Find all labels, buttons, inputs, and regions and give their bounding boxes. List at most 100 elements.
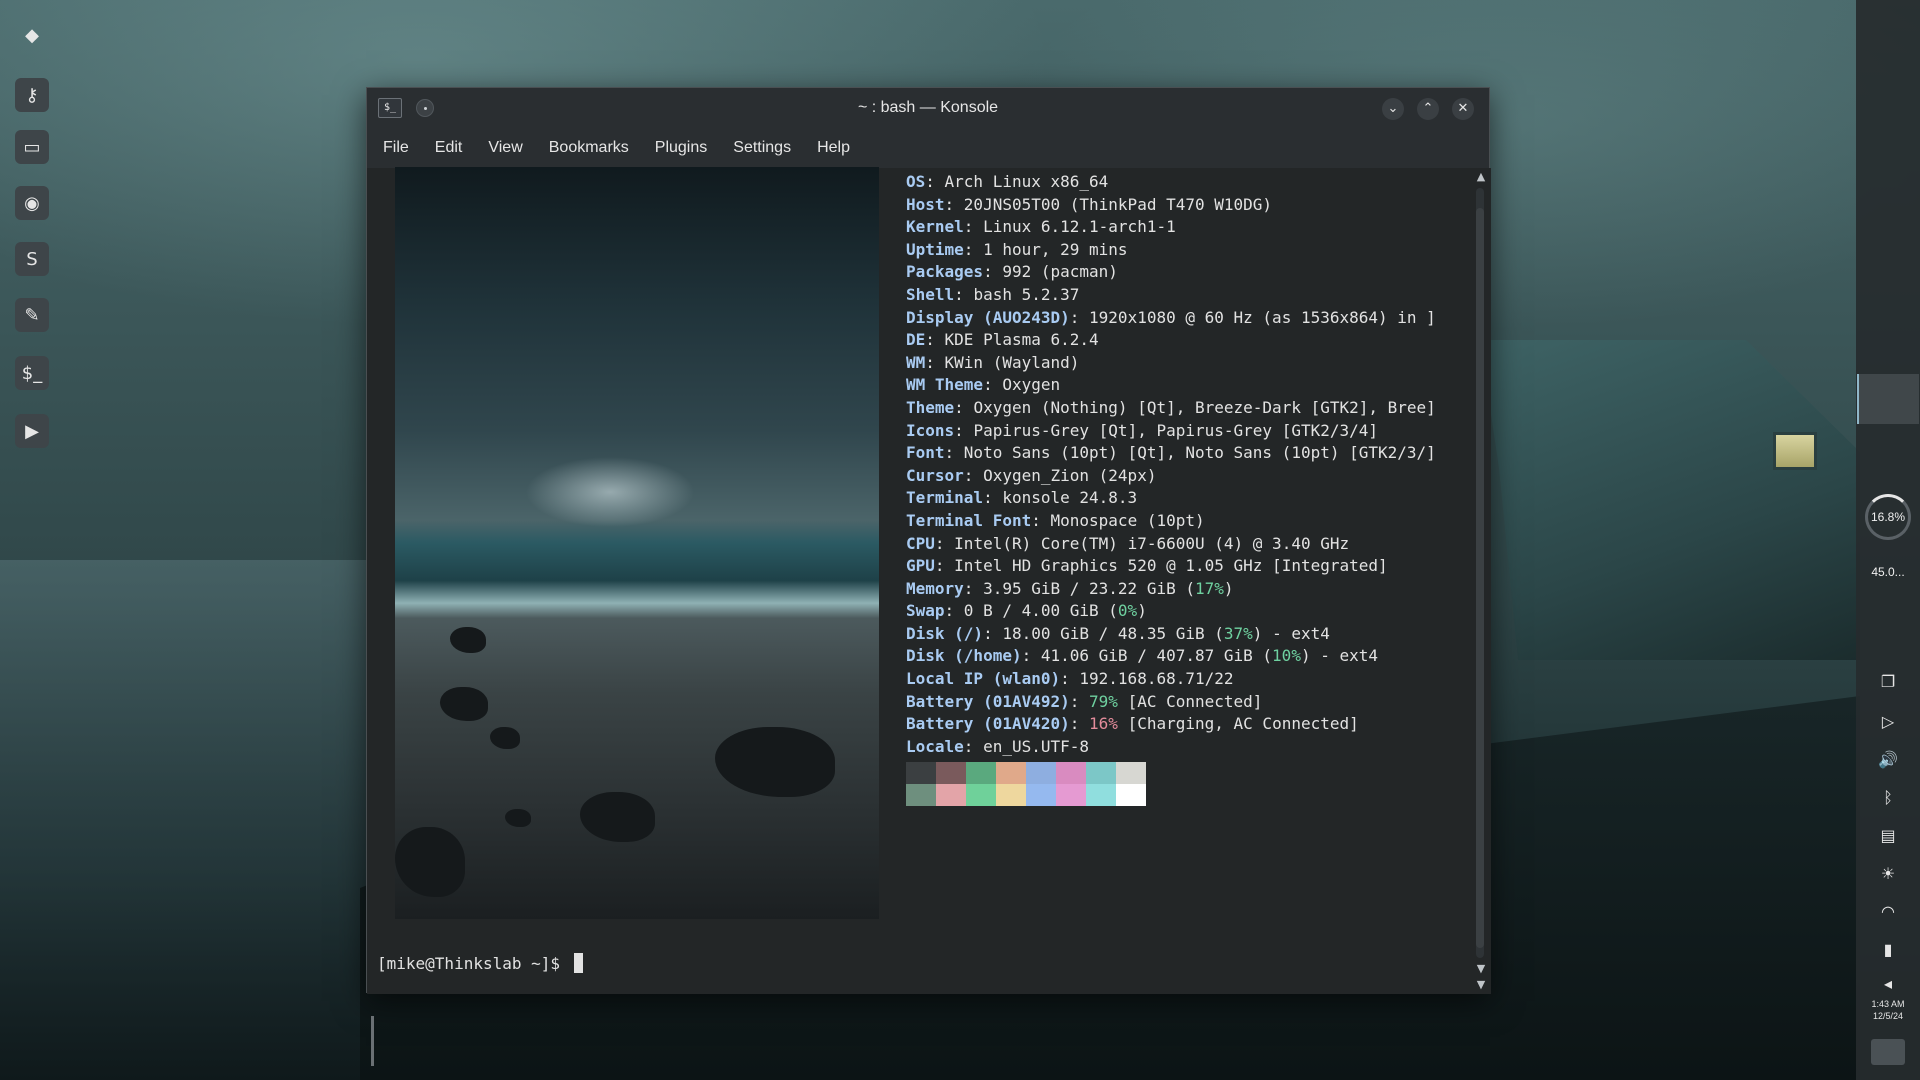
info-value: 192.168.68.71/22 bbox=[1079, 669, 1234, 689]
cpu-monitor[interactable]: 16.8% bbox=[1856, 490, 1920, 544]
media-player-icon[interactable]: ▶ bbox=[15, 414, 49, 448]
shell-prompt[interactable]: [mike@Thinkslab ~]$ bbox=[377, 953, 583, 975]
panel-launcher[interactable]: ◉ bbox=[0, 180, 64, 226]
cpu-gauge: 16.8% bbox=[1865, 494, 1911, 540]
info-percent: 0% bbox=[1117, 601, 1138, 621]
palette-swatch bbox=[1116, 762, 1146, 784]
bluetooth-icon[interactable]: ᛒ bbox=[1856, 782, 1920, 812]
info-line: Terminal: konsole 24.8.3 bbox=[906, 487, 1466, 510]
panel-launcher[interactable]: ✎ bbox=[0, 292, 64, 338]
info-line: Terminal Font: Monospace (10pt) bbox=[906, 510, 1466, 533]
clipboard-icon[interactable]: ❐ bbox=[1856, 666, 1920, 696]
info-key: GPU bbox=[906, 556, 935, 576]
info-key: Icons bbox=[906, 420, 955, 440]
menu-file[interactable]: File bbox=[383, 139, 409, 157]
panel-launcher[interactable]: $_ bbox=[0, 350, 64, 396]
media-icon[interactable]: ▷ bbox=[1856, 706, 1920, 736]
info-value: 41.06 GiB / 407.87 GiB ( bbox=[1040, 646, 1273, 666]
rock bbox=[580, 792, 655, 842]
terminal-icon[interactable]: $_ bbox=[15, 356, 49, 390]
memory-monitor[interactable]: 45.0... bbox=[1856, 560, 1920, 584]
sublime-icon[interactable]: S bbox=[15, 242, 49, 276]
info-suffix: ) bbox=[1137, 601, 1147, 621]
maximize-button[interactable]: ⌃ bbox=[1417, 98, 1439, 120]
scroll-up-icon[interactable]: ▲ bbox=[1474, 170, 1488, 184]
info-separator: : bbox=[963, 239, 984, 259]
menu-help[interactable]: Help bbox=[817, 139, 850, 157]
menu-plugins[interactable]: Plugins bbox=[655, 139, 707, 157]
show-desktop-button[interactable] bbox=[1856, 1034, 1920, 1070]
scroll-down-icon[interactable]: ▼ bbox=[1474, 962, 1488, 976]
digital-clock[interactable]: 1:43 AM 12/5/24 bbox=[1856, 998, 1920, 1022]
scroll-thumb[interactable] bbox=[1476, 208, 1484, 948]
info-key: Packages bbox=[906, 262, 984, 282]
info-line: OS: Arch Linux x86_64 bbox=[906, 171, 1466, 194]
info-line: Shell: bash 5.2.37 bbox=[906, 284, 1466, 307]
memory-usage-text: 45.0... bbox=[1871, 565, 1905, 579]
info-key: Disk (/home) bbox=[906, 646, 1022, 666]
info-separator: : bbox=[954, 397, 974, 417]
info-key: Terminal bbox=[906, 488, 984, 508]
info-key: Battery (01AV492) bbox=[906, 691, 1070, 711]
rock bbox=[490, 727, 520, 749]
info-suffix: ) - ext4 bbox=[1300, 646, 1379, 666]
info-key: CPU bbox=[906, 533, 935, 553]
close-button[interactable]: ✕ bbox=[1452, 98, 1474, 120]
desktop-wallpaper-window bbox=[1773, 432, 1817, 470]
volume-icon[interactable]: 🔊 bbox=[1856, 744, 1920, 774]
info-key: DE bbox=[906, 330, 926, 350]
scrollbar[interactable]: ▲ ▼ ▼ bbox=[1471, 168, 1491, 994]
palette-swatch bbox=[1056, 784, 1086, 806]
info-line: Font: Noto Sans (10pt) [Qt], Noto Sans (… bbox=[906, 442, 1466, 465]
terminal-left-marker bbox=[371, 1016, 374, 1066]
globe-icon[interactable]: ◉ bbox=[15, 186, 49, 220]
info-separator: : bbox=[934, 556, 955, 576]
info-key: Shell bbox=[906, 284, 955, 304]
info-value: Oxygen_Zion (24px) bbox=[983, 465, 1157, 485]
info-line: Swap: 0 B / 4.00 GiB (0%) bbox=[906, 600, 1466, 623]
info-key: Swap bbox=[906, 601, 945, 621]
drive-icon[interactable]: ▤ bbox=[1856, 820, 1920, 850]
info-separator: : bbox=[963, 217, 984, 237]
scroll-bottom-icon[interactable]: ▼ bbox=[1474, 978, 1488, 992]
color-palette bbox=[906, 762, 1146, 806]
info-key: Uptime bbox=[906, 239, 964, 259]
info-value: 1920x1080 @ 60 Hz (as 1536x864) in ] bbox=[1089, 307, 1436, 327]
panel-launcher[interactable]: ▶ bbox=[0, 408, 64, 454]
palette-swatch bbox=[1026, 762, 1056, 784]
info-line: Disk (/home): 41.06 GiB / 407.87 GiB (10… bbox=[906, 645, 1466, 668]
menubar: File Edit View Bookmarks Plugins Setting… bbox=[367, 128, 1489, 168]
palette-swatch bbox=[1026, 784, 1056, 806]
menu-bookmarks[interactable]: Bookmarks bbox=[549, 139, 629, 157]
editor-icon[interactable]: ✎ bbox=[15, 298, 49, 332]
rock bbox=[440, 687, 488, 721]
desktop-wallpaper-house bbox=[1480, 340, 1860, 660]
brightness-icon[interactable]: ☀ bbox=[1856, 858, 1920, 888]
panel-launcher[interactable]: ◆ bbox=[0, 12, 64, 58]
panel-launcher[interactable]: ▭ bbox=[0, 124, 64, 170]
menu-view[interactable]: View bbox=[488, 139, 522, 157]
info-separator: : bbox=[963, 465, 984, 485]
info-separator: : bbox=[1069, 307, 1090, 327]
info-separator: : bbox=[983, 488, 1003, 508]
info-suffix: [AC Connected] bbox=[1117, 691, 1263, 711]
menu-edit[interactable]: Edit bbox=[435, 139, 463, 157]
palette-swatch bbox=[906, 784, 936, 806]
panel-launcher[interactable]: S bbox=[0, 236, 64, 282]
expand-icon[interactable]: ◂ bbox=[1856, 968, 1920, 998]
info-separator: : bbox=[944, 601, 964, 621]
info-separator: : bbox=[983, 262, 1003, 282]
app-menu-icon[interactable]: ◆ bbox=[15, 18, 49, 52]
keepassxc-icon[interactable]: ⚷ bbox=[15, 78, 49, 112]
info-value: bash 5.2.37 bbox=[973, 284, 1080, 304]
minimize-button[interactable]: ⌄ bbox=[1382, 98, 1404, 120]
info-percent: 10% bbox=[1272, 646, 1301, 666]
cpu-usage-text: 16.8% bbox=[1870, 510, 1906, 524]
files-icon[interactable]: ▭ bbox=[15, 130, 49, 164]
menu-settings[interactable]: Settings bbox=[733, 139, 791, 157]
panel-launcher[interactable]: ⚷ bbox=[0, 72, 64, 118]
wifi-icon[interactable]: ◠ bbox=[1856, 896, 1920, 926]
titlebar[interactable]: $_ ~ : bash — Konsole ⌄ ⌃ ✕ bbox=[367, 88, 1489, 128]
battery-icon[interactable]: ▮ bbox=[1856, 934, 1920, 964]
info-key: Font bbox=[906, 443, 945, 463]
